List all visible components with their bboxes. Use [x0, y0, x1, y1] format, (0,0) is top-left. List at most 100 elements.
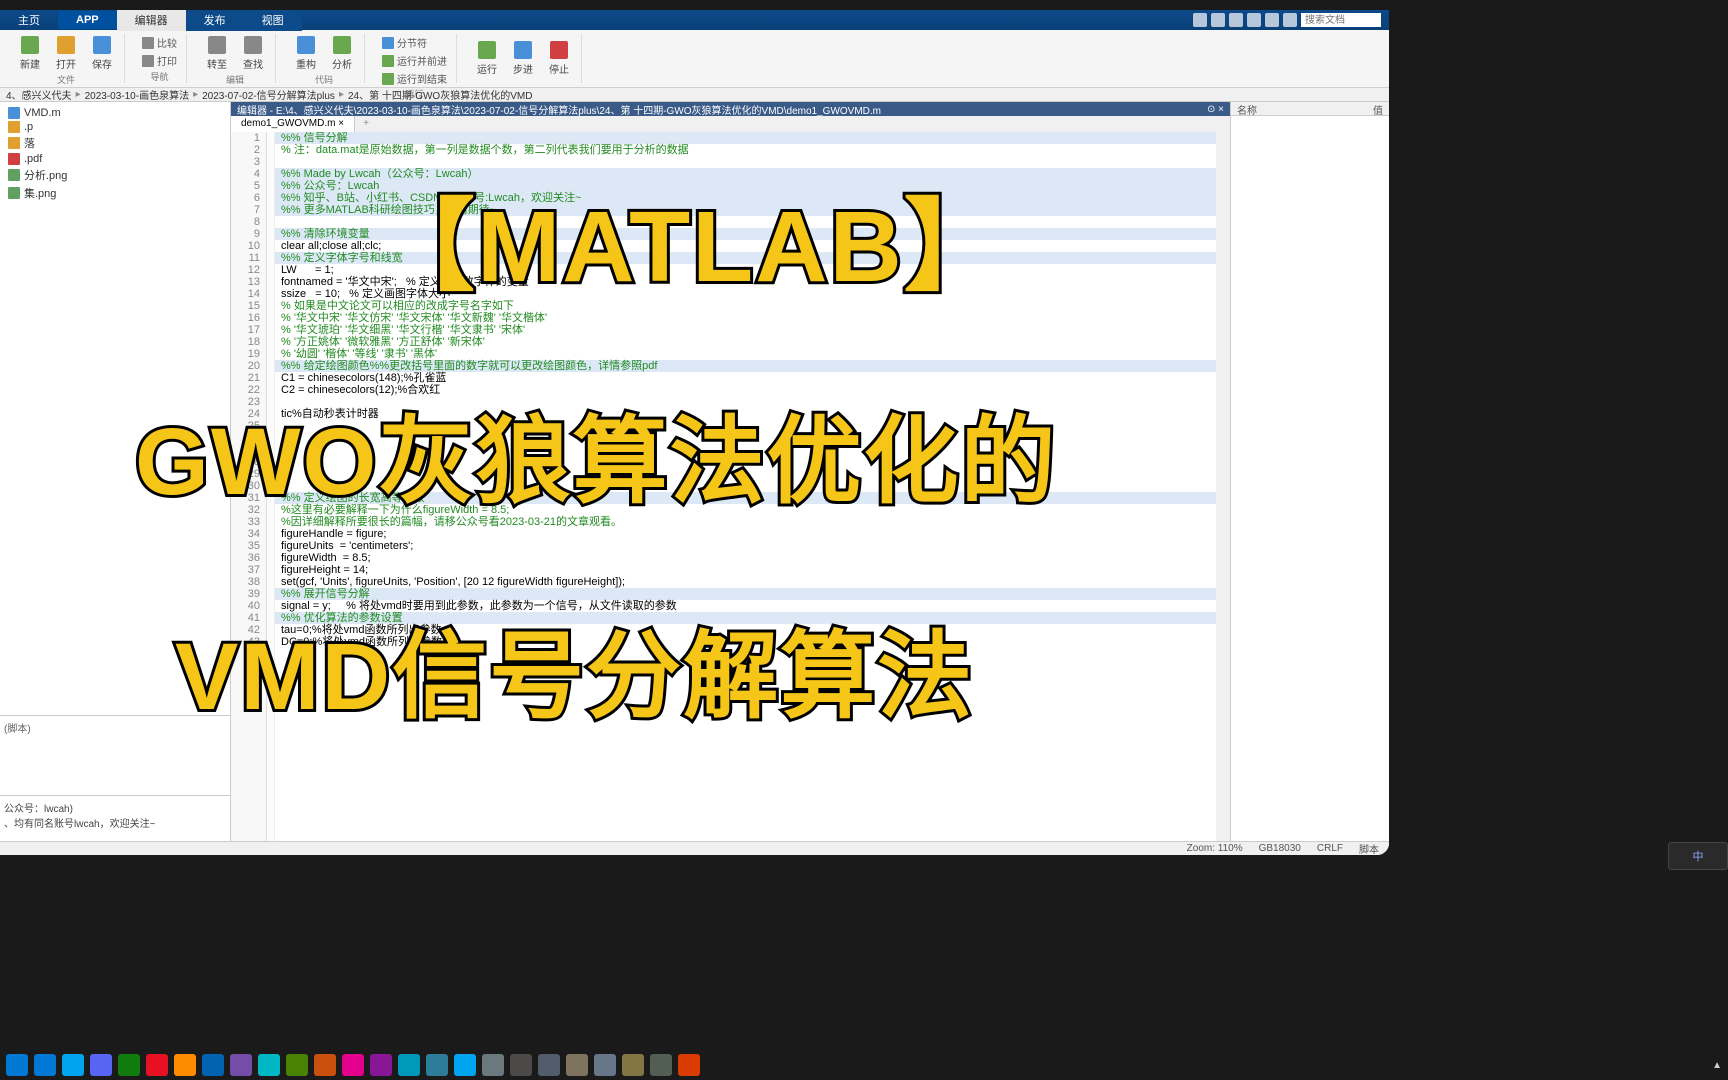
- taskbar-app-icon[interactable]: [90, 1054, 112, 1076]
- editor-titlebar: 编辑器 - E:\4、感兴义代夫\2023-03-10-画色泉算法\2023-0…: [231, 102, 1230, 116]
- taskbar-app-icon[interactable]: [370, 1054, 392, 1076]
- menu-tab-editor[interactable]: 编辑器: [117, 10, 186, 31]
- stop-button[interactable]: 停止: [543, 34, 575, 83]
- command-line: 公众号：lwcah): [4, 800, 226, 815]
- menu-tab-publish[interactable]: 发布: [186, 10, 244, 31]
- editor-close-icon[interactable]: ⊙ ×: [1207, 104, 1224, 115]
- editor-tab[interactable]: demo1_GWOVMD.m ×: [231, 116, 355, 132]
- breadcrumb-item[interactable]: 4、感兴义代夫: [6, 87, 72, 102]
- run-to-end-button[interactable]: 运行到结束: [379, 70, 450, 87]
- taskbar-app-icon[interactable]: [538, 1054, 560, 1076]
- ribbon-label-edit: 编辑: [226, 73, 244, 86]
- file-item[interactable]: .pdf: [4, 152, 226, 166]
- menu-tab-home[interactable]: 主页: [0, 10, 58, 31]
- tray-icon[interactable]: ▲: [1712, 1060, 1722, 1071]
- refactor-button[interactable]: 重构: [290, 34, 322, 73]
- compare-button[interactable]: 比较: [139, 34, 180, 51]
- save-icon[interactable]: [1193, 13, 1207, 27]
- file-name: 落: [24, 135, 35, 151]
- ribbon-label-nav: 导航: [150, 70, 168, 83]
- status-zoom[interactable]: Zoom: 110%: [1187, 843, 1243, 854]
- taskbar-app-icon[interactable]: [594, 1054, 616, 1076]
- taskbar-app-icon[interactable]: [398, 1054, 420, 1076]
- workspace-panel: 名称 值: [1230, 102, 1389, 855]
- status-crlf[interactable]: CRLF: [1317, 843, 1343, 854]
- file-name: .pdf: [24, 153, 42, 165]
- open-button[interactable]: 打开: [50, 34, 82, 73]
- file-icon: [8, 137, 20, 149]
- file-name: 分析.png: [24, 167, 67, 183]
- breadcrumb-item[interactable]: 2023-07-02-信号分解算法plus: [202, 87, 335, 102]
- file-name: 集.png: [24, 185, 56, 201]
- find-button[interactable]: 查找: [237, 34, 269, 73]
- taskbar-app-icon[interactable]: [510, 1054, 532, 1076]
- analyze-button[interactable]: 分析: [326, 34, 358, 73]
- cut-icon[interactable]: [1211, 13, 1225, 27]
- section-break-button[interactable]: 分节符: [379, 34, 450, 51]
- file-item[interactable]: .p: [4, 120, 226, 134]
- taskbar-app-icon[interactable]: [342, 1054, 364, 1076]
- taskbar-app-icon[interactable]: [678, 1054, 700, 1076]
- ribbon-toolbar: 新建 打开 保存 文件 比较 打印 导航 转至 查找 编辑 重构 分析: [0, 30, 1389, 88]
- taskbar-app-icon[interactable]: [62, 1054, 84, 1076]
- taskbar-app-icon[interactable]: [622, 1054, 644, 1076]
- taskbar-app-icon[interactable]: [118, 1054, 140, 1076]
- statusbar: Zoom: 110% GB18030 CRLF 脚本: [0, 841, 1389, 855]
- ime-indicator[interactable]: 中: [1668, 842, 1728, 870]
- status-encoding[interactable]: GB18030: [1259, 843, 1301, 854]
- command-line: 、均有同名账号lwcah，欢迎关注~: [4, 815, 226, 830]
- file-item[interactable]: 分析.png: [4, 166, 226, 184]
- tab-close-icon[interactable]: ×: [338, 118, 344, 129]
- overlay-title-1: 【MATLAB】: [375, 165, 1006, 310]
- file-item[interactable]: VMD.m: [4, 106, 226, 120]
- goto-button[interactable]: 转至: [201, 34, 233, 73]
- taskbar-app-icon[interactable]: [314, 1054, 336, 1076]
- taskbar-app-icon[interactable]: [202, 1054, 224, 1076]
- copy-icon[interactable]: [1229, 13, 1243, 27]
- file-item[interactable]: 落: [4, 134, 226, 152]
- editor-tabs: demo1_GWOVMD.m × +: [231, 116, 1230, 132]
- taskbar-app-icon[interactable]: [230, 1054, 252, 1076]
- ribbon-label-code: 代码: [315, 73, 333, 86]
- step-button[interactable]: 步进: [507, 34, 539, 83]
- taskbar-app-icon[interactable]: [34, 1054, 56, 1076]
- taskbar-app-icon[interactable]: [482, 1054, 504, 1076]
- run-advance-button[interactable]: 运行并前进: [379, 52, 450, 69]
- taskbar-app-icon[interactable]: [650, 1054, 672, 1076]
- help-icon[interactable]: [1283, 13, 1297, 27]
- system-tray[interactable]: ▲: [1712, 1060, 1722, 1071]
- print-button[interactable]: 打印: [139, 52, 180, 69]
- menubar: 主页 APP 编辑器 发布 视图: [0, 10, 1389, 30]
- windows-taskbar: ▲: [0, 1050, 1728, 1080]
- ws-col-value[interactable]: 值: [1373, 102, 1383, 115]
- vertical-scrollbar[interactable]: [1216, 132, 1230, 855]
- redo-icon[interactable]: [1265, 13, 1279, 27]
- menu-tab-view[interactable]: 视图: [244, 10, 302, 31]
- taskbar-app-icon[interactable]: [146, 1054, 168, 1076]
- taskbar-app-icon[interactable]: [174, 1054, 196, 1076]
- status-mode: 脚本: [1359, 841, 1379, 855]
- taskbar-app-icon[interactable]: [286, 1054, 308, 1076]
- run-button[interactable]: 运行: [471, 34, 503, 83]
- file-name: .p: [24, 121, 33, 133]
- start-button[interactable]: [6, 1054, 28, 1076]
- ws-col-name[interactable]: 名称: [1237, 102, 1373, 115]
- new-button[interactable]: 新建: [14, 34, 46, 73]
- file-icon: [8, 169, 20, 181]
- menu-tab-app[interactable]: APP: [58, 11, 117, 29]
- save-button[interactable]: 保存: [86, 34, 118, 73]
- breadcrumb-item[interactable]: 24、第 十四期-GWO灰狼算法优化的VMD: [348, 87, 532, 102]
- tab-add-button[interactable]: +: [355, 116, 377, 132]
- file-icon: [8, 121, 20, 133]
- taskbar-app-icon[interactable]: [426, 1054, 448, 1076]
- doc-search-input[interactable]: [1301, 13, 1381, 27]
- file-item[interactable]: 集.png: [4, 184, 226, 202]
- breadcrumb-item[interactable]: 2023-03-10-画色泉算法: [85, 87, 189, 102]
- taskbar-app-icon[interactable]: [454, 1054, 476, 1076]
- undo-icon[interactable]: [1247, 13, 1261, 27]
- file-icon: [8, 153, 20, 165]
- ribbon-label-file: 文件: [57, 73, 75, 86]
- file-icon: [8, 107, 20, 119]
- taskbar-app-icon[interactable]: [566, 1054, 588, 1076]
- taskbar-app-icon[interactable]: [258, 1054, 280, 1076]
